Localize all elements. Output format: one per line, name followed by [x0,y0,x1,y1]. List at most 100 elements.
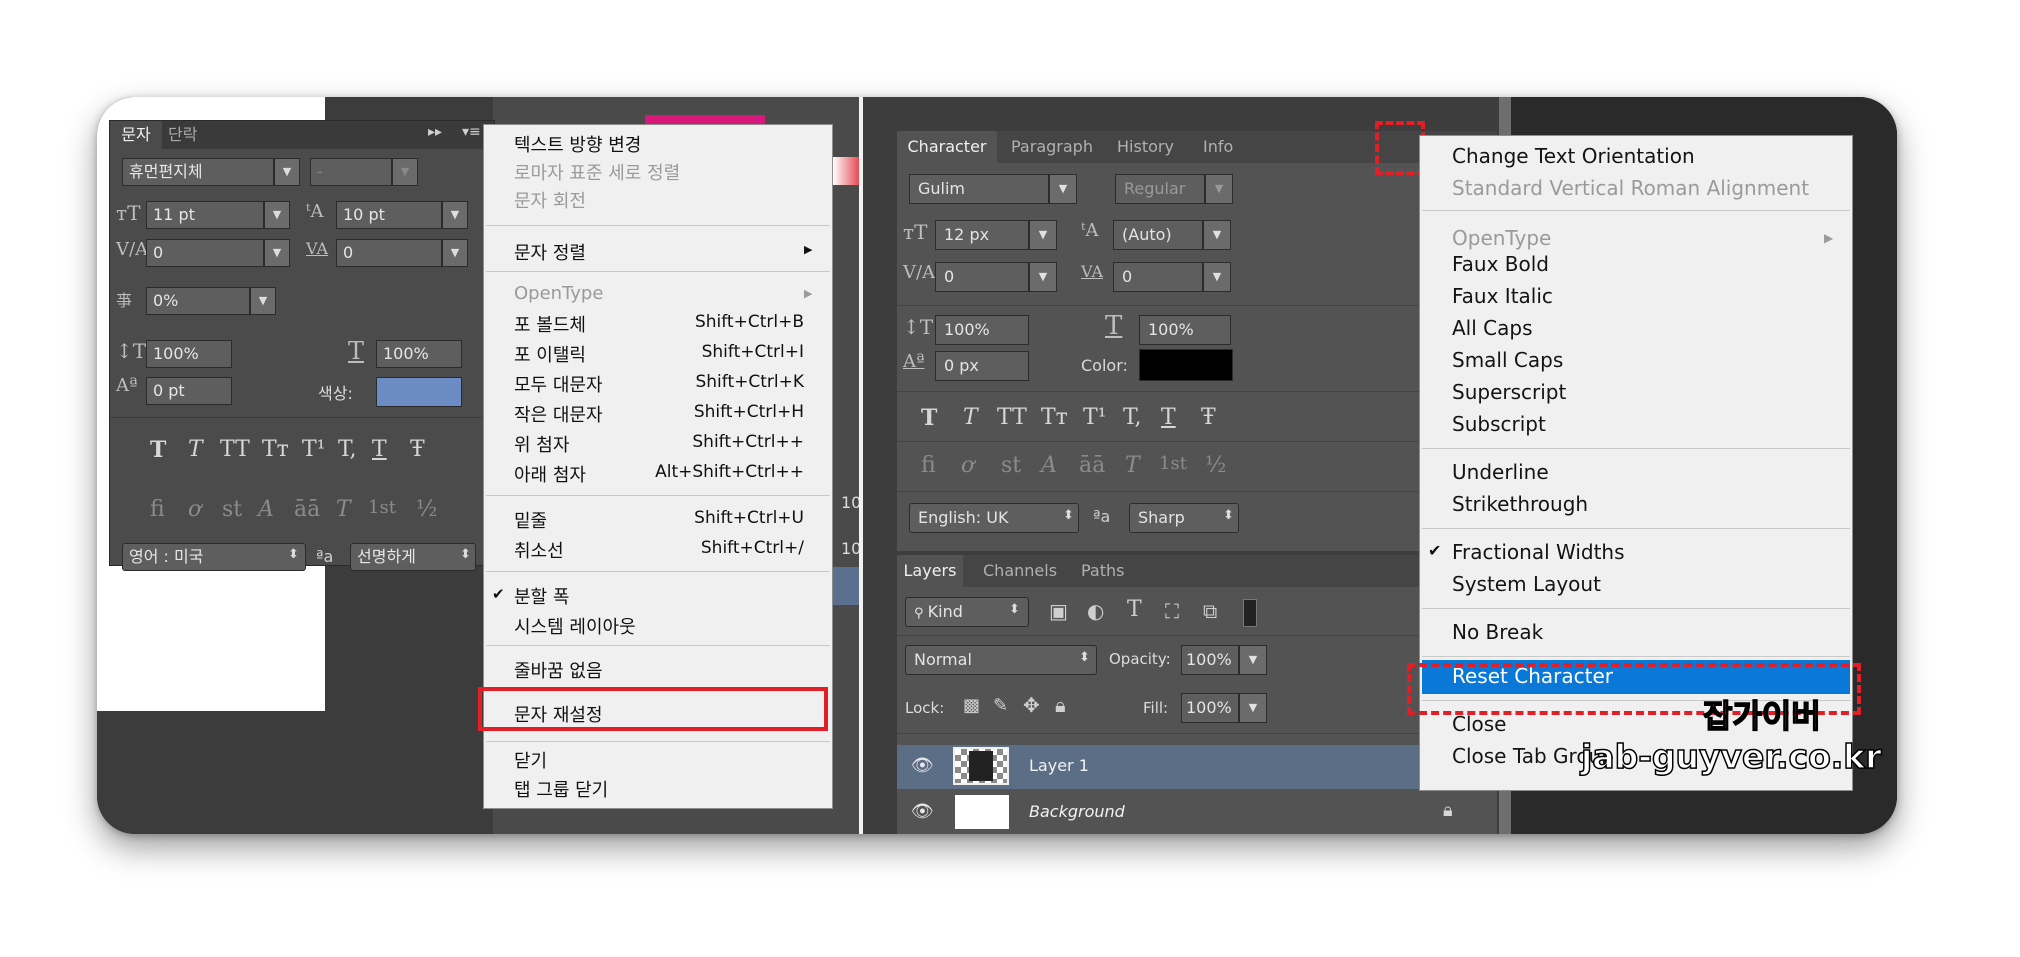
leading-dropdown[interactable]: ▼ [1203,220,1231,250]
kerning-field[interactable]: 0 [935,262,1029,292]
menu-item-rotate-character-ko[interactable]: 문자 회전 [514,187,586,213]
font-size-dropdown[interactable]: ▼ [264,201,290,229]
kerning-dropdown[interactable]: ▼ [1029,262,1057,292]
vertical-scale-field[interactable]: 100% [146,340,232,368]
superscript-button[interactable]: T¹ [1083,405,1107,430]
menu-item-strikethrough-ko[interactable]: 취소선 [514,537,564,563]
filter-smart-object-icon[interactable]: ⧉ [1203,599,1217,623]
lock-all-icon[interactable]: 🔒︎ [1055,693,1066,717]
horizontal-scale-field[interactable]: 100% [1139,315,1231,345]
menu-item-opentype-ko[interactable]: OpenType [514,283,603,304]
subscript-button[interactable]: T, [338,437,356,462]
antialias-select-ko[interactable]: 선명하게 [350,543,476,571]
faux-bold-button[interactable]: T [921,405,937,431]
menu-item-small-caps-ko[interactable]: 작은 대문자 [514,401,603,427]
menu-item-all-caps-ko[interactable]: 모두 대문자 [514,371,603,397]
font-family-dropdown[interactable]: ▼ [1049,174,1077,204]
stylistic-alternates-button[interactable]: āā [294,497,320,522]
menu-item-close-ko[interactable]: 닫기 [514,747,547,773]
menu-item-strikethrough[interactable]: Strikethrough [1452,492,1588,516]
opacity-dropdown[interactable]: ▼ [1239,645,1267,675]
tsume-field[interactable]: 0% [146,287,250,315]
menu-item-opentype[interactable]: OpenType [1452,226,1551,250]
opacity-field[interactable]: 100% [1181,645,1239,675]
panel-menu-icon[interactable]: ▾≡ [462,124,481,140]
color-swatch[interactable] [1139,349,1233,381]
tab-layers[interactable]: Layers [897,555,963,587]
fractions-button[interactable]: ½ [416,497,437,522]
strikethrough-button[interactable]: Ŧ [410,437,425,462]
tracking-dropdown[interactable]: ▼ [1203,262,1231,292]
kerning-field[interactable]: 0 [146,239,264,267]
discretionary-ligature-button[interactable]: st [222,497,242,522]
old-style-button[interactable]: ơ [188,497,201,522]
ordinals-button[interactable]: 1st [368,497,396,518]
menu-item-no-break-ko[interactable]: 줄바꿈 없음 [514,657,603,683]
blend-mode-select[interactable]: Normal [905,645,1097,675]
filter-shape-icon[interactable]: ⛶ [1165,599,1179,623]
visibility-eye-icon[interactable]: 👁︎ [911,755,934,776]
tab-character[interactable]: Character [897,131,997,163]
menu-item-small-caps[interactable]: Small Caps [1452,348,1563,372]
menu-item-faux-italic[interactable]: Faux Italic [1452,284,1553,308]
menu-item-close-tab-group-ko[interactable]: 탭 그룹 닫기 [514,776,608,802]
fill-field[interactable]: 100% [1181,693,1239,723]
tracking-dropdown[interactable]: ▼ [442,239,468,267]
layer-name[interactable]: Layer 1 [1029,756,1089,775]
layer-row-1[interactable]: 👁︎ Layer 1 [897,745,1489,789]
menu-item-roman-alignment-ko[interactable]: 로마자 표준 세로 정렬 [514,159,680,185]
horizontal-scale-field[interactable]: 100% [376,340,462,368]
menu-item-change-orientation-ko[interactable]: 텍스트 방향 변경 [514,131,641,157]
lock-transparent-icon[interactable]: ▩ [963,695,980,716]
menu-item-superscript-ko[interactable]: 위 첨자 [514,431,569,457]
titling-button[interactable]: T [336,497,351,522]
menu-item-system-layout[interactable]: System Layout [1452,572,1601,596]
tsume-dropdown[interactable]: ▼ [250,287,276,315]
lock-pixels-icon[interactable]: ✎ [993,695,1008,716]
menu-item-no-break[interactable]: No Break [1452,620,1543,644]
ligature-button[interactable]: fi [150,497,165,522]
lock-position-icon[interactable]: ✥ [1023,693,1040,717]
discretionary-ligature-button[interactable]: st [1001,453,1021,478]
layer-row-2[interactable]: 👁︎ Background 🔒︎ [897,791,1489,834]
menu-item-faux-bold[interactable]: Faux Bold [1452,252,1549,276]
language-select-ko[interactable]: 영어 : 미국 [122,543,306,571]
old-style-button[interactable]: ơ [961,453,974,478]
small-caps-button[interactable]: Tт [262,437,289,462]
font-style-dropdown[interactable]: ▼ [1205,174,1233,204]
font-size-dropdown[interactable]: ▼ [1029,220,1057,250]
fractions-button[interactable]: ½ [1205,453,1226,478]
underline-button[interactable]: T [372,437,387,462]
swash-button[interactable]: A [258,497,274,522]
menu-item-underline[interactable]: Underline [1452,460,1549,484]
small-caps-button[interactable]: Tт [1041,405,1068,430]
filter-pixel-icon[interactable]: ▣ [1049,599,1068,623]
menu-item-all-caps[interactable]: All Caps [1452,316,1533,340]
language-select[interactable]: English: UK [909,503,1079,533]
superscript-button[interactable]: T¹ [302,437,326,462]
color-swatch-ko[interactable] [376,377,462,407]
ligature-button[interactable]: fi [921,453,936,478]
faux-bold-button[interactable]: T [150,437,166,463]
faux-italic-button[interactable]: T [963,405,978,430]
tab-paths[interactable]: Paths [1081,555,1124,587]
leading-dropdown[interactable]: ▼ [442,201,468,229]
filter-adjustment-icon[interactable]: ◐ [1087,599,1104,623]
fill-dropdown[interactable]: ▼ [1239,693,1267,723]
menu-item-underline-ko[interactable]: 밑줄 [514,507,547,533]
underline-button[interactable]: T [1161,405,1176,430]
tab-info[interactable]: Info [1203,131,1233,163]
vertical-scale-field[interactable]: 100% [935,315,1029,345]
font-size-field[interactable]: 12 px [935,220,1029,250]
all-caps-button[interactable]: TT [997,405,1027,430]
filter-type-icon[interactable]: T [1127,597,1142,622]
font-style-field[interactable]: - [310,158,392,186]
menu-item-subscript[interactable]: Subscript [1452,412,1546,436]
font-family-dropdown[interactable]: ▼ [274,158,300,186]
swash-button[interactable]: A [1041,453,1057,478]
font-family-field[interactable]: 휴먼편지체 [122,158,274,186]
layer-name[interactable]: Background [1029,802,1125,821]
collapse-icon[interactable]: ▸▸ [428,124,442,140]
menu-item-close[interactable]: Close [1452,712,1506,736]
font-family-field[interactable]: Gulim [909,174,1049,204]
